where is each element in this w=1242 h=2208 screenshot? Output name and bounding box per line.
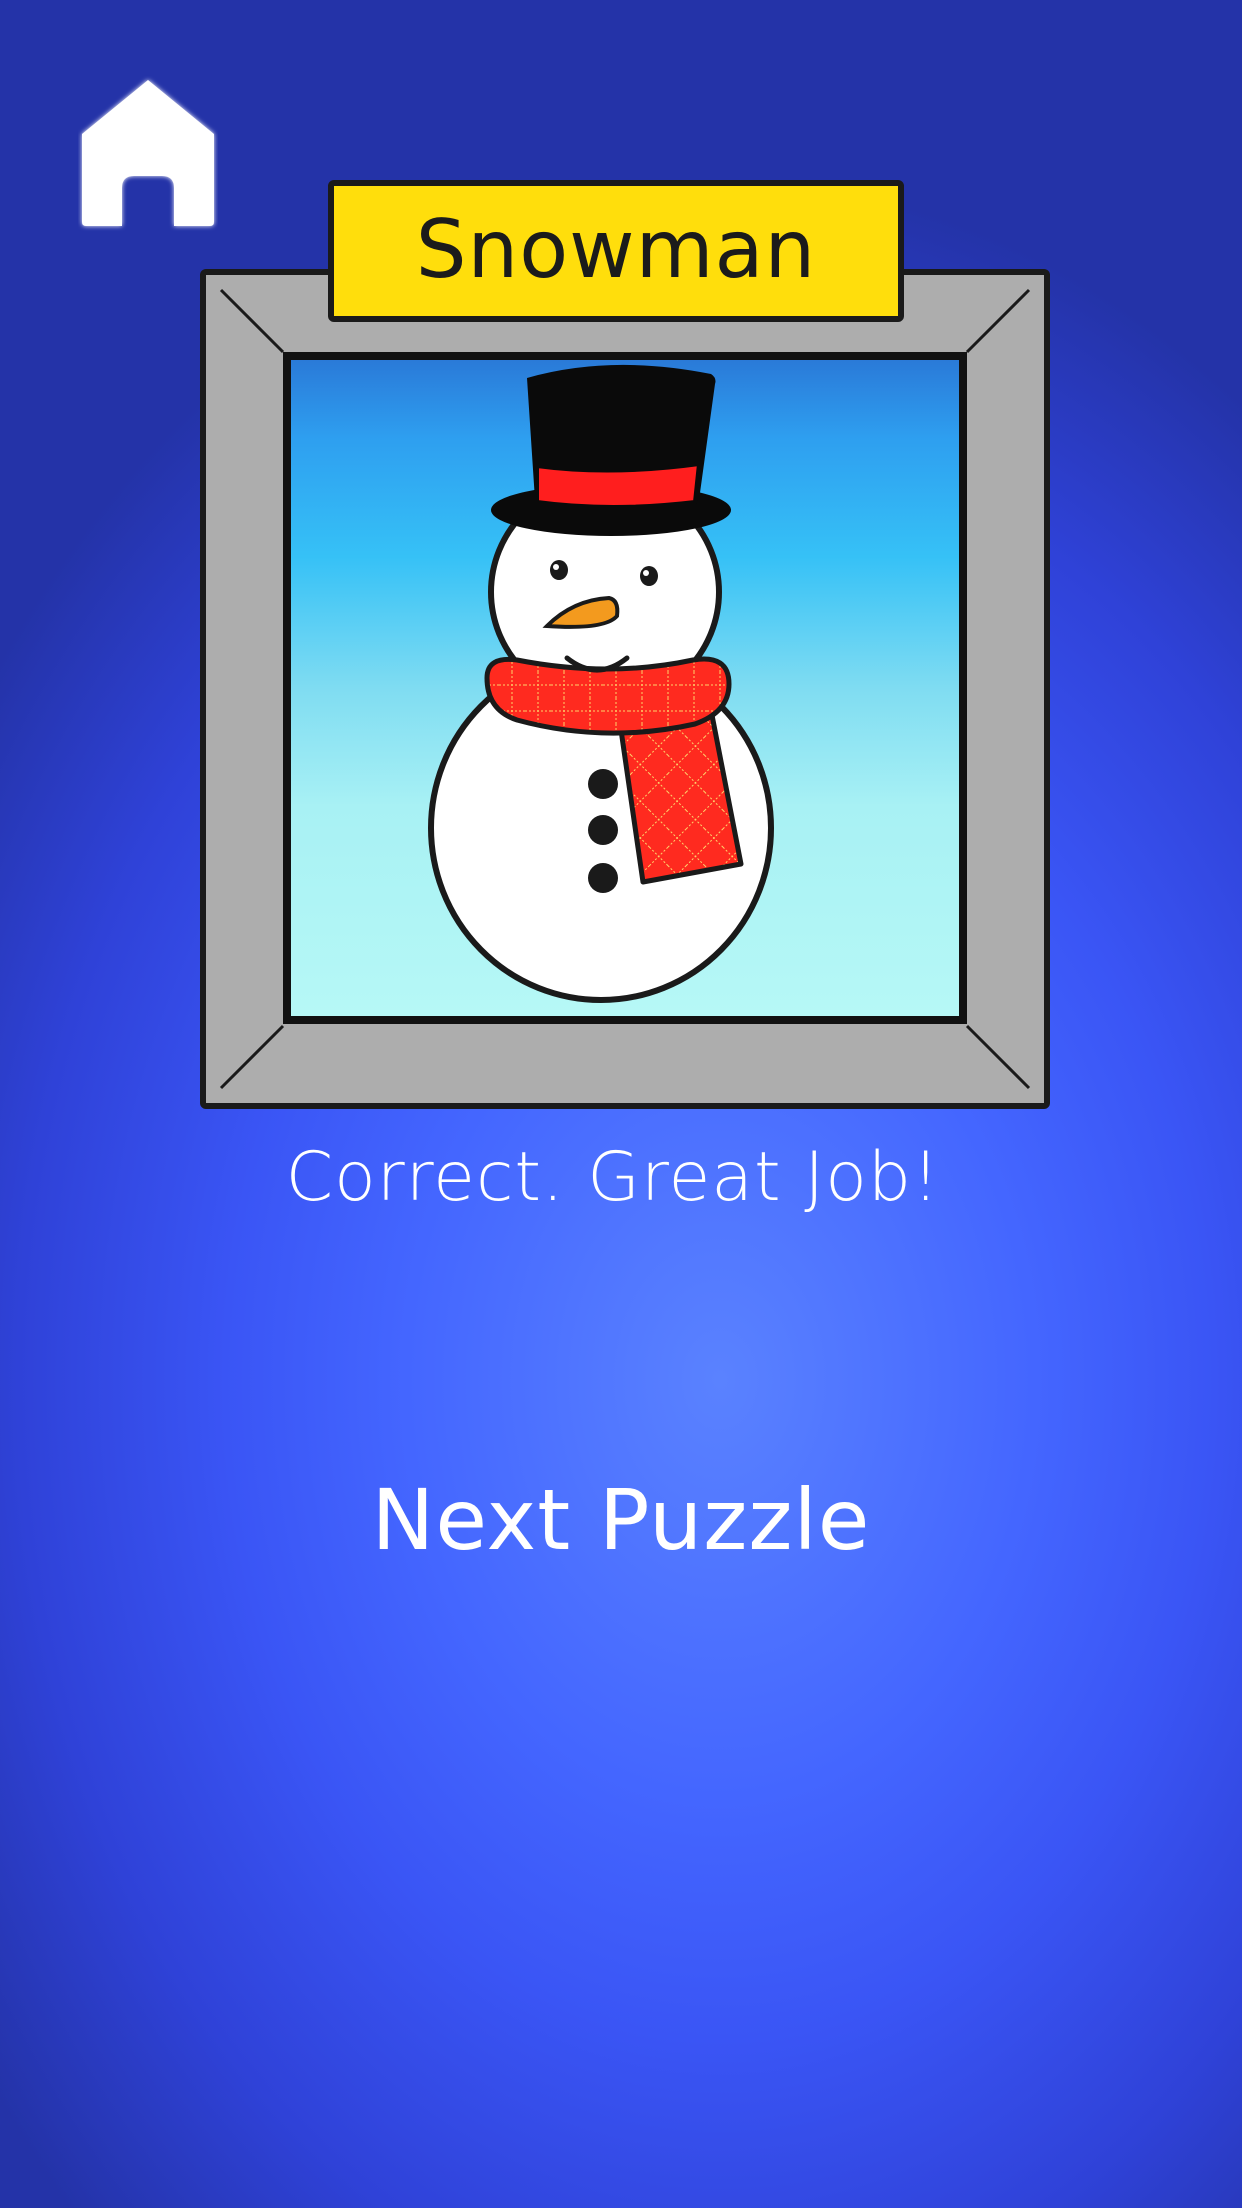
puzzle-title-plate: Snowman [328,180,904,322]
next-puzzle-button[interactable]: Next Puzzle [321,1460,921,1580]
home-icon [82,80,214,226]
puzzle-complete-screen: Snowman Correct. Great Job! Next Puzzle [0,0,1242,2208]
picture-frame [199,268,1051,1110]
snowman-picture [291,360,959,1016]
feedback-message: Correct. Great Job! [285,1138,941,1217]
puzzle-title: Snowman [415,202,817,296]
home-button[interactable] [78,76,218,232]
